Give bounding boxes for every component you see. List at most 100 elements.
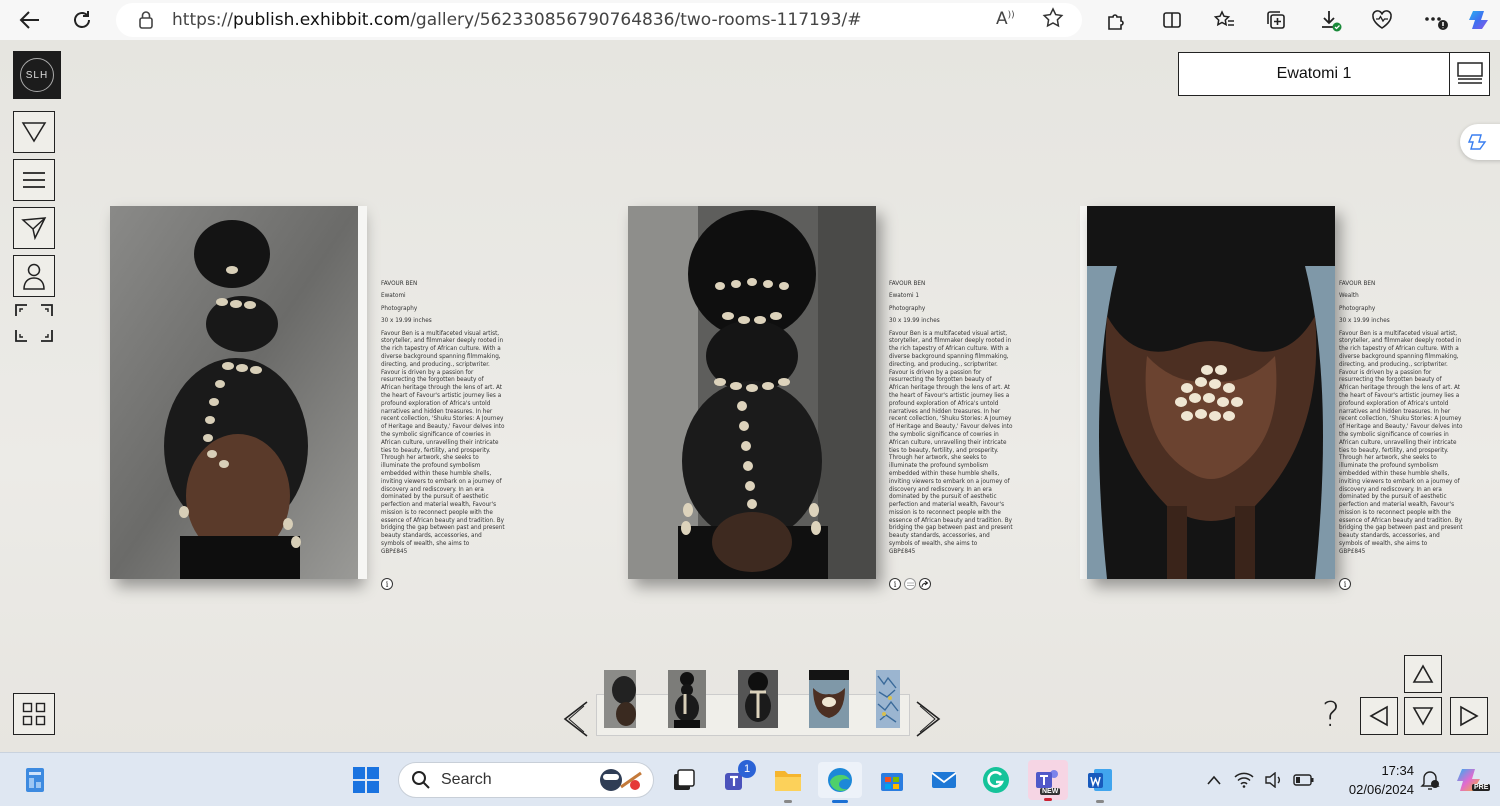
current-artwork-title: Ewatomi 1 [1276,65,1352,82]
windows-taskbar: Search 1 NEW 17:34 02/06/2024 PRE [0,752,1500,806]
favorite-star-icon[interactable] [1042,7,1064,34]
logo-text: SLH [20,58,54,92]
help-icon: ? [1322,695,1341,735]
battery-icon[interactable] [1292,762,1316,798]
artwork-3-photo[interactable] [1087,206,1335,579]
thumbnail-5[interactable] [876,670,900,728]
windows-start-icon[interactable] [348,762,384,798]
read-aloud-icon[interactable]: A)) [996,9,1015,29]
new-badge: NEW [1040,788,1061,795]
thumbnail-1[interactable] [604,670,636,728]
thumbnail-3[interactable] [738,670,778,728]
wifi-icon[interactable] [1232,762,1256,798]
sidebar-copilot-tab[interactable] [1460,124,1500,160]
send-icon [21,217,47,240]
person-icon [23,263,45,290]
thumbnail-4[interactable] [809,670,849,728]
chevron-up-icon[interactable] [1196,762,1232,798]
artwork-1-photo[interactable] [110,206,358,579]
copilot-icon[interactable] [1464,4,1496,36]
chevron-right-icon [916,701,941,737]
thumbnails-next-button[interactable] [914,700,942,743]
clock-date: 02/06/2024 [1348,782,1414,797]
chevron-left-icon [563,701,588,737]
artwork-2-actions: i [889,578,931,590]
collections-icon[interactable] [1260,4,1292,36]
search-highlight-icon [595,765,647,800]
artwork-title: Ewatomi [381,293,406,300]
share-arrow-icon[interactable] [919,578,931,590]
artwork-2-photo[interactable] [628,206,876,579]
fullscreen-button[interactable] [13,302,55,344]
microsoft-store-icon[interactable] [874,762,910,798]
artwork-medium: Photography [889,305,926,312]
teams-new-icon[interactable]: NEW [1028,760,1068,801]
artwork-size: 30 x 19.99 inches [889,318,940,325]
widgets-icon[interactable] [18,762,54,798]
system-clock[interactable]: 17:34 02/06/2024 [1334,761,1414,799]
copilot-taskbar-icon[interactable]: PRE [1452,762,1491,798]
triangle-left-icon [1369,705,1388,727]
artist-name: FAVOUR BEN [1339,281,1376,287]
artwork-description: Favour Ben is a multifaceted visual arti… [889,330,1013,548]
notifications-bell-icon[interactable] [1418,762,1442,798]
url-domain: publish.exhibbit.com [232,10,411,30]
profile-button[interactable] [13,255,55,297]
artist-name: FAVOUR BEN [381,281,418,287]
help-button[interactable]: ? [1322,697,1352,733]
word-icon[interactable] [1082,762,1118,803]
artwork-description: Favour Ben is a multifaceted visual arti… [1339,330,1463,548]
gallery-logo[interactable]: SLH [13,51,61,99]
grammarly-icon[interactable] [978,762,1014,798]
artwork-medium: Photography [1339,305,1376,312]
grid-view-button[interactable] [13,693,55,735]
info-icon[interactable]: i [889,578,901,590]
refresh-icon[interactable] [66,4,98,36]
file-explorer-icon[interactable] [770,762,806,803]
artwork-3-actions: i [1339,578,1351,590]
preview-badge: PRE [1472,784,1491,791]
artwork-title-box: Ewatomi 1 [1178,52,1450,96]
search-placeholder: Search [441,771,492,788]
split-screen-icon[interactable] [1156,4,1188,36]
task-view-icon[interactable] [666,762,702,798]
triangle-up-icon [1412,664,1434,683]
taskbar-search-input[interactable]: Search [398,762,654,798]
nav-left-button[interactable] [1360,697,1398,735]
teams-icon[interactable]: 1 [718,760,756,798]
edge-browser-icon[interactable] [818,762,862,803]
nav-up-button[interactable] [1404,655,1442,693]
info-icon[interactable]: i [381,578,393,590]
artwork-title: Wealth [1339,293,1359,300]
back-arrow-icon[interactable] [14,4,46,36]
url-prefix: https:// [172,10,233,30]
address-bar[interactable]: https://publish.exhibbit.com/gallery/562… [116,3,1082,37]
mail-icon[interactable] [926,762,962,798]
list-view-button[interactable] [13,159,55,201]
thumbnails-prev-button[interactable] [562,700,590,743]
nav-down-button[interactable] [1404,697,1442,735]
extensions-icon[interactable] [1100,4,1132,36]
nav-right-button[interactable] [1450,697,1488,735]
artwork-2-label: FAVOUR BEN Ewatomi 1 Photography 30 x 19… [889,281,1013,557]
menu-button[interactable] [1450,52,1490,96]
browser-essentials-icon[interactable] [1366,4,1398,36]
grid-icon [22,702,46,726]
comment-icon[interactable] [904,578,916,590]
artwork-price: GBP£845 [1339,548,1366,555]
artwork-price: GBP£845 [381,548,408,555]
volume-icon[interactable] [1262,762,1286,798]
list-icon [23,172,45,188]
downloads-icon[interactable] [1314,4,1346,36]
filter-button[interactable] [13,111,55,153]
artwork-medium: Photography [381,305,418,312]
lock-icon[interactable] [138,10,154,35]
share-button[interactable] [13,207,55,249]
info-icon[interactable]: i [1339,578,1351,590]
artwork-price: GBP£845 [889,548,916,555]
favorites-icon[interactable] [1208,4,1240,36]
fullscreen-icon [15,304,53,342]
thumbnail-2[interactable] [668,670,706,728]
more-options-icon[interactable] [1420,4,1452,36]
artist-name: FAVOUR BEN [889,281,926,287]
